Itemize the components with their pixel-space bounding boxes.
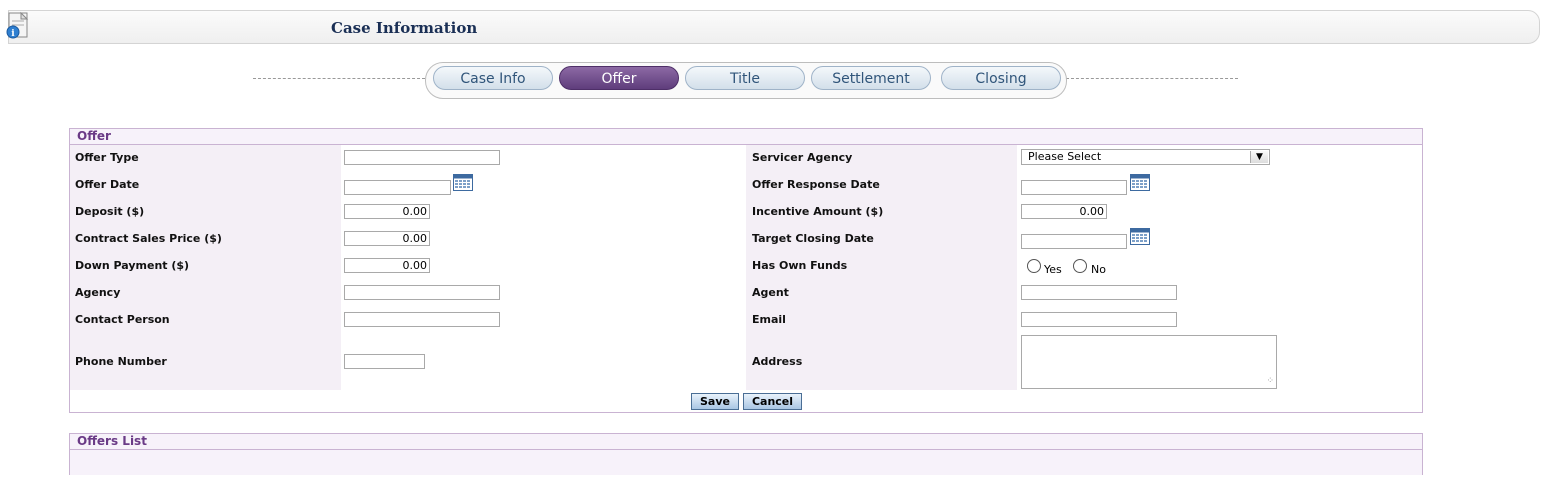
has-own-funds-yes-label: Yes — [1044, 263, 1062, 276]
has-own-funds-yes-radio[interactable] — [1027, 259, 1041, 273]
incentive-amount-input[interactable]: 0.00 — [1021, 204, 1107, 219]
cancel-button[interactable]: Cancel — [743, 393, 802, 410]
address-textarea[interactable]: ⁘ — [1021, 335, 1277, 389]
offer-type-input[interactable] — [344, 150, 500, 165]
down-payment-input[interactable]: 0.00 — [344, 258, 430, 273]
chevron-down-icon[interactable]: ▼ — [1250, 151, 1268, 163]
has-own-funds-no-label: No — [1091, 263, 1106, 276]
target-closing-date-input[interactable] — [1021, 234, 1127, 249]
email-label: Email — [752, 313, 786, 326]
phone-number-label: Phone Number — [75, 355, 167, 368]
servicer-agency-label: Servicer Agency — [752, 151, 853, 164]
tab-settlement[interactable]: Settlement — [811, 66, 931, 90]
down-payment-label: Down Payment ($) — [75, 259, 190, 272]
offer-date-input[interactable] — [344, 180, 451, 195]
servicer-agency-selected: Please Select — [1028, 150, 1102, 163]
address-label: Address — [752, 355, 803, 368]
resize-grip-icon[interactable]: ⁘ — [1266, 377, 1274, 386]
deposit-input[interactable]: 0.00 — [344, 204, 430, 219]
contract-sales-price-input[interactable]: 0.00 — [344, 231, 430, 246]
target-closing-date-label: Target Closing Date — [752, 232, 874, 245]
contact-person-label: Contact Person — [75, 313, 170, 326]
phone-number-input[interactable] — [344, 354, 425, 369]
tab-case-info[interactable]: Case Info — [433, 66, 553, 90]
agent-label: Agent — [752, 286, 789, 299]
offer-type-label: Offer Type — [75, 151, 139, 164]
agent-input[interactable] — [1021, 285, 1177, 300]
agency-label: Agency — [75, 286, 121, 299]
offer-response-date-input[interactable] — [1021, 180, 1127, 195]
tab-divider-right — [1066, 78, 1238, 79]
contract-sales-price-label: Contract Sales Price ($) — [75, 232, 222, 245]
incentive-amount-label: Incentive Amount ($) — [752, 205, 884, 218]
has-own-funds-label: Has Own Funds — [752, 259, 848, 272]
deposit-label: Deposit ($) — [75, 205, 145, 218]
agency-input[interactable] — [344, 285, 500, 300]
calendar-icon[interactable] — [1130, 228, 1150, 245]
offers-list-body — [70, 450, 1422, 475]
servicer-agency-select[interactable]: Please Select ▼ — [1021, 149, 1270, 165]
contact-person-input[interactable] — [344, 312, 500, 327]
calendar-icon[interactable] — [453, 174, 473, 191]
offer-date-label: Offer Date — [75, 178, 140, 191]
info-document-icon: i — [6, 11, 29, 39]
has-own-funds-no-radio[interactable] — [1073, 259, 1087, 273]
email-input[interactable] — [1021, 312, 1177, 327]
offers-list-title: Offers List — [70, 434, 1422, 450]
calendar-icon[interactable] — [1130, 174, 1150, 191]
page-title: Case Information — [331, 19, 478, 37]
tab-divider-left — [253, 78, 425, 79]
svg-text:i: i — [11, 29, 15, 39]
offer-panel-title: Offer — [70, 129, 1422, 145]
tab-title[interactable]: Title — [685, 66, 805, 90]
save-button[interactable]: Save — [691, 393, 739, 410]
tab-offer[interactable]: Offer — [559, 66, 679, 90]
page-header — [8, 10, 1540, 44]
offers-list-panel: Offers List — [69, 433, 1423, 475]
tab-closing[interactable]: Closing — [941, 66, 1061, 90]
offer-response-date-label: Offer Response Date — [752, 178, 880, 191]
